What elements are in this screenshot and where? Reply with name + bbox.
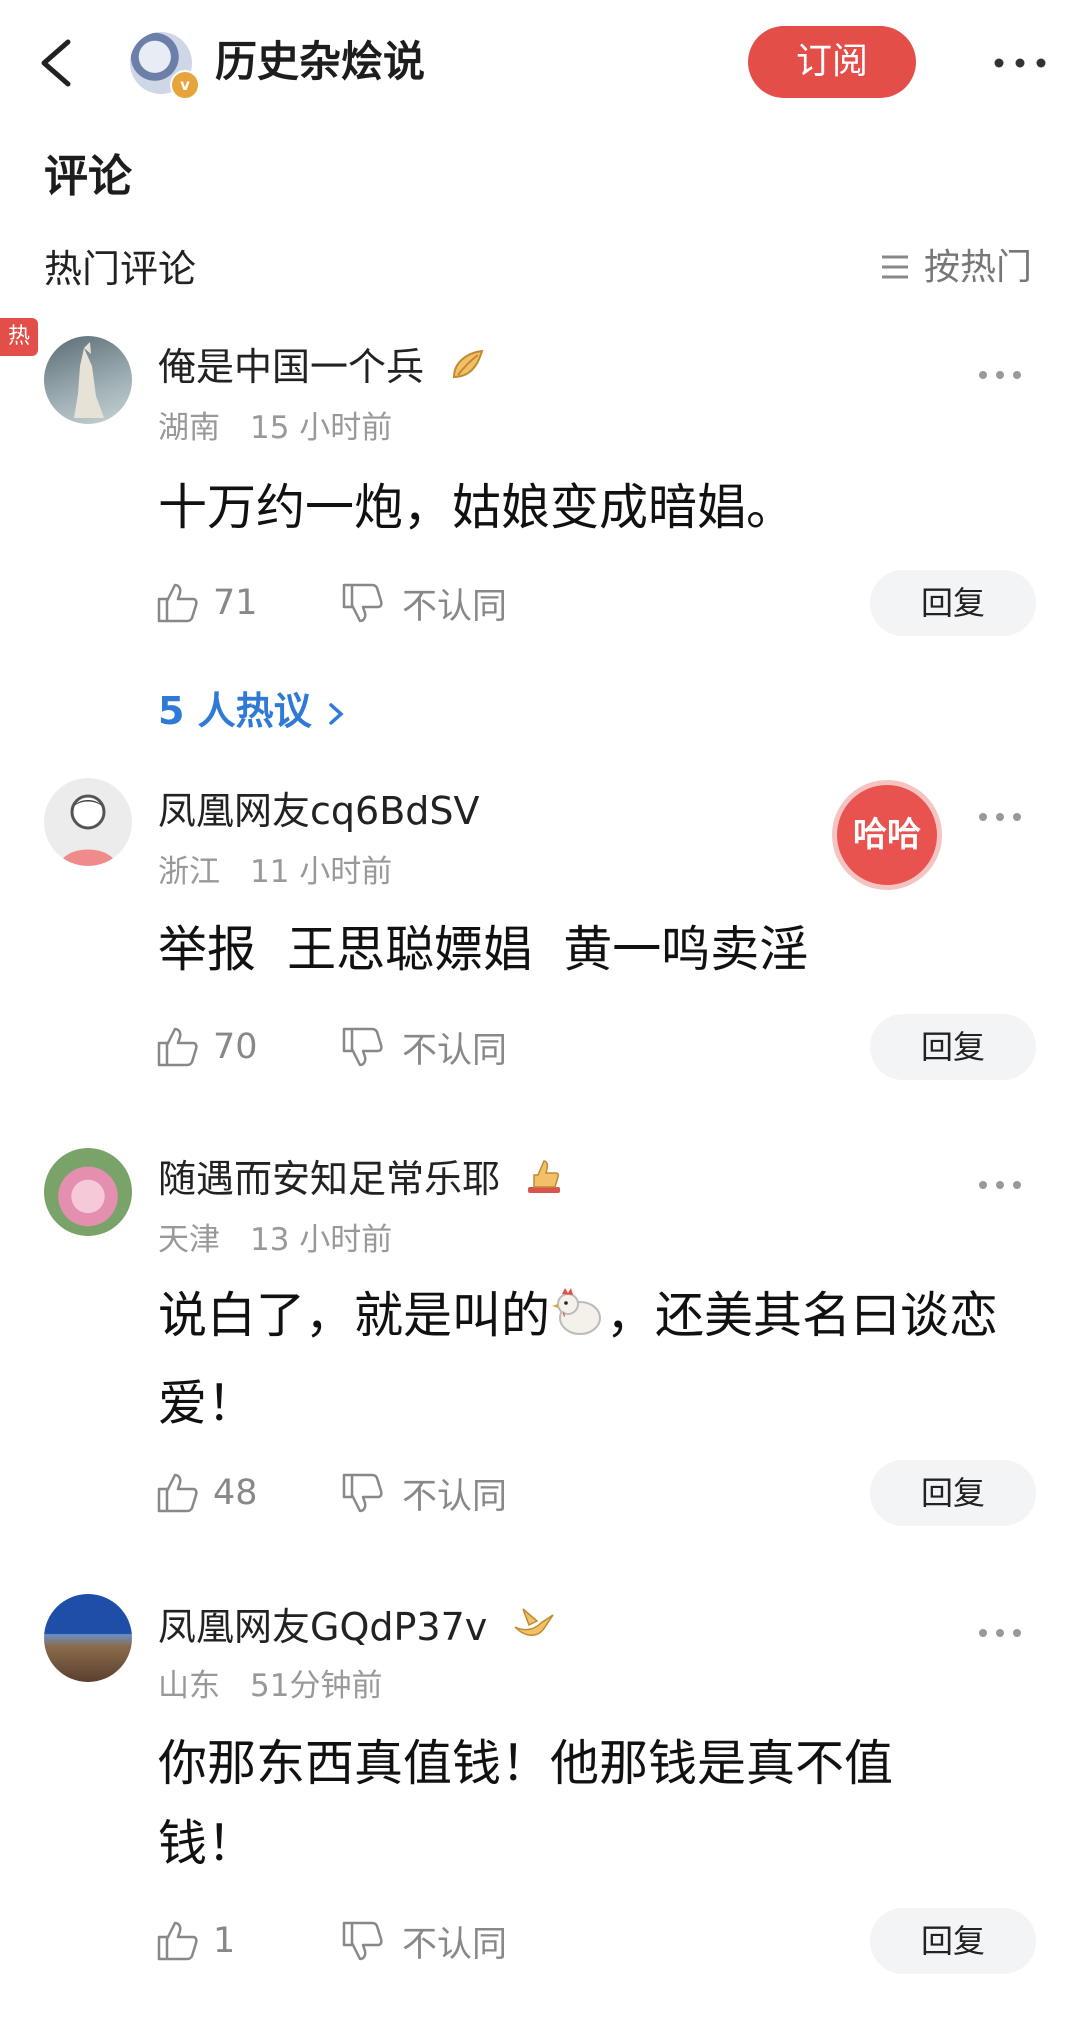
subscribe-button[interactable]: 订阅 — [748, 26, 916, 98]
like-button[interactable]: 1 — [155, 1916, 235, 1966]
comment-time: 11 小时前 — [250, 854, 393, 890]
sort-label: 按热门 — [924, 247, 1033, 288]
comment-location: 浙江 — [158, 854, 220, 890]
comment-meta: 天津 13 小时前 — [158, 1214, 422, 1259]
comment-location: 天津 — [158, 1222, 220, 1258]
verified-icon: v — [170, 70, 200, 100]
thumbs-up-badge-icon — [524, 1157, 564, 1206]
comment-time: 13 小时前 — [250, 1222, 393, 1258]
like-count: 71 — [213, 583, 258, 623]
more-options-icon[interactable] — [985, 28, 1055, 98]
dislike-label: 不认同 — [402, 1476, 508, 1517]
reply-button[interactable]: 回复 — [870, 570, 1036, 636]
thumbs-up-icon — [157, 1473, 198, 1513]
avatar[interactable] — [44, 778, 132, 866]
dislike-button[interactable]: 不认同 — [340, 1468, 507, 1518]
comment-username[interactable]: 凤凰网友GQdP37v — [158, 1596, 555, 1654]
comment-meta: 浙江 11 小时前 — [158, 846, 422, 891]
thumbs-down-icon — [342, 1921, 383, 1961]
chicken-icon — [550, 1284, 606, 1364]
comment-username[interactable]: 俺是中国一个兵 — [158, 336, 488, 394]
reply-button[interactable]: 回复 — [870, 1460, 1036, 1526]
comment-text: 举报 王思聪嫖娼 黄一鸣卖淫 — [158, 921, 809, 978]
comment-username[interactable]: 随遇而安知足常乐耶 — [158, 1148, 564, 1206]
comment-time: 15 小时前 — [250, 410, 393, 446]
comment-text: 说白了，就是叫的 ，还美其名曰谈恋爱！ — [158, 1276, 1038, 1444]
page-title: 评论 — [44, 151, 132, 202]
comment-username[interactable]: 凤凰网友cq6BdSV — [158, 780, 480, 835]
thumbs-down-icon — [342, 1473, 383, 1513]
avatar[interactable] — [44, 1594, 132, 1682]
chevron-right-icon — [329, 702, 344, 725]
thumbs-up-icon — [157, 1921, 198, 1961]
thumbs-down-icon — [342, 583, 383, 623]
comment-text: 十万约一炮，姑娘变成暗娼。 — [158, 479, 796, 536]
comment-location: 湖南 — [158, 410, 220, 446]
level-badge-icon — [448, 345, 488, 394]
dislike-button[interactable]: 不认同 — [340, 578, 507, 628]
hot-discussion-label: 5 人热议 — [158, 689, 312, 733]
bird-badge-icon — [511, 1605, 555, 1654]
more-icon[interactable] — [975, 1170, 1025, 1200]
reply-button[interactable]: 回复 — [870, 1908, 1036, 1974]
more-icon[interactable] — [975, 802, 1025, 832]
thumbs-up-icon — [157, 583, 198, 623]
like-count: 1 — [213, 1921, 236, 1961]
like-button[interactable]: 48 — [155, 1468, 258, 1518]
more-icon[interactable] — [975, 360, 1025, 390]
dislike-button[interactable]: 不认同 — [340, 1022, 507, 1072]
more-icon[interactable] — [975, 1618, 1025, 1648]
avatar[interactable] — [44, 336, 132, 424]
comment-location: 山东 — [158, 1668, 220, 1704]
thumbs-down-icon — [342, 1027, 383, 1067]
account-name[interactable]: 历史杂烩说 — [215, 30, 425, 94]
like-button[interactable]: 71 — [155, 578, 258, 628]
dislike-label: 不认同 — [402, 586, 508, 627]
comment-meta: 湖南 15 小时前 — [158, 402, 422, 447]
thumbs-up-icon — [157, 1027, 198, 1067]
hot-discussion-link[interactable]: 5 人热议 — [158, 680, 347, 735]
reply-button[interactable]: 回复 — [870, 1014, 1036, 1080]
comment-meta: 山东 51分钟前 — [158, 1660, 412, 1705]
hot-comments-label: 热门评论 — [44, 247, 197, 291]
comment-time: 51分钟前 — [250, 1668, 383, 1704]
haha-stamp-icon: 哈哈 — [832, 780, 942, 890]
avatar[interactable] — [44, 1148, 132, 1236]
menu-icon — [880, 249, 910, 290]
dislike-button[interactable]: 不认同 — [340, 1916, 507, 1966]
comment-text: 你那东西真值钱！他那钱是真不值钱！ — [158, 1735, 894, 1872]
back-button[interactable] — [30, 28, 90, 98]
like-count: 70 — [213, 1027, 258, 1067]
hot-badge: 热 — [0, 318, 38, 356]
dislike-label: 不认同 — [402, 1030, 508, 1071]
dislike-label: 不认同 — [402, 1924, 508, 1965]
like-button[interactable]: 70 — [155, 1022, 258, 1072]
like-count: 48 — [213, 1473, 258, 1513]
sort-button[interactable]: 按热门 — [880, 238, 1032, 290]
